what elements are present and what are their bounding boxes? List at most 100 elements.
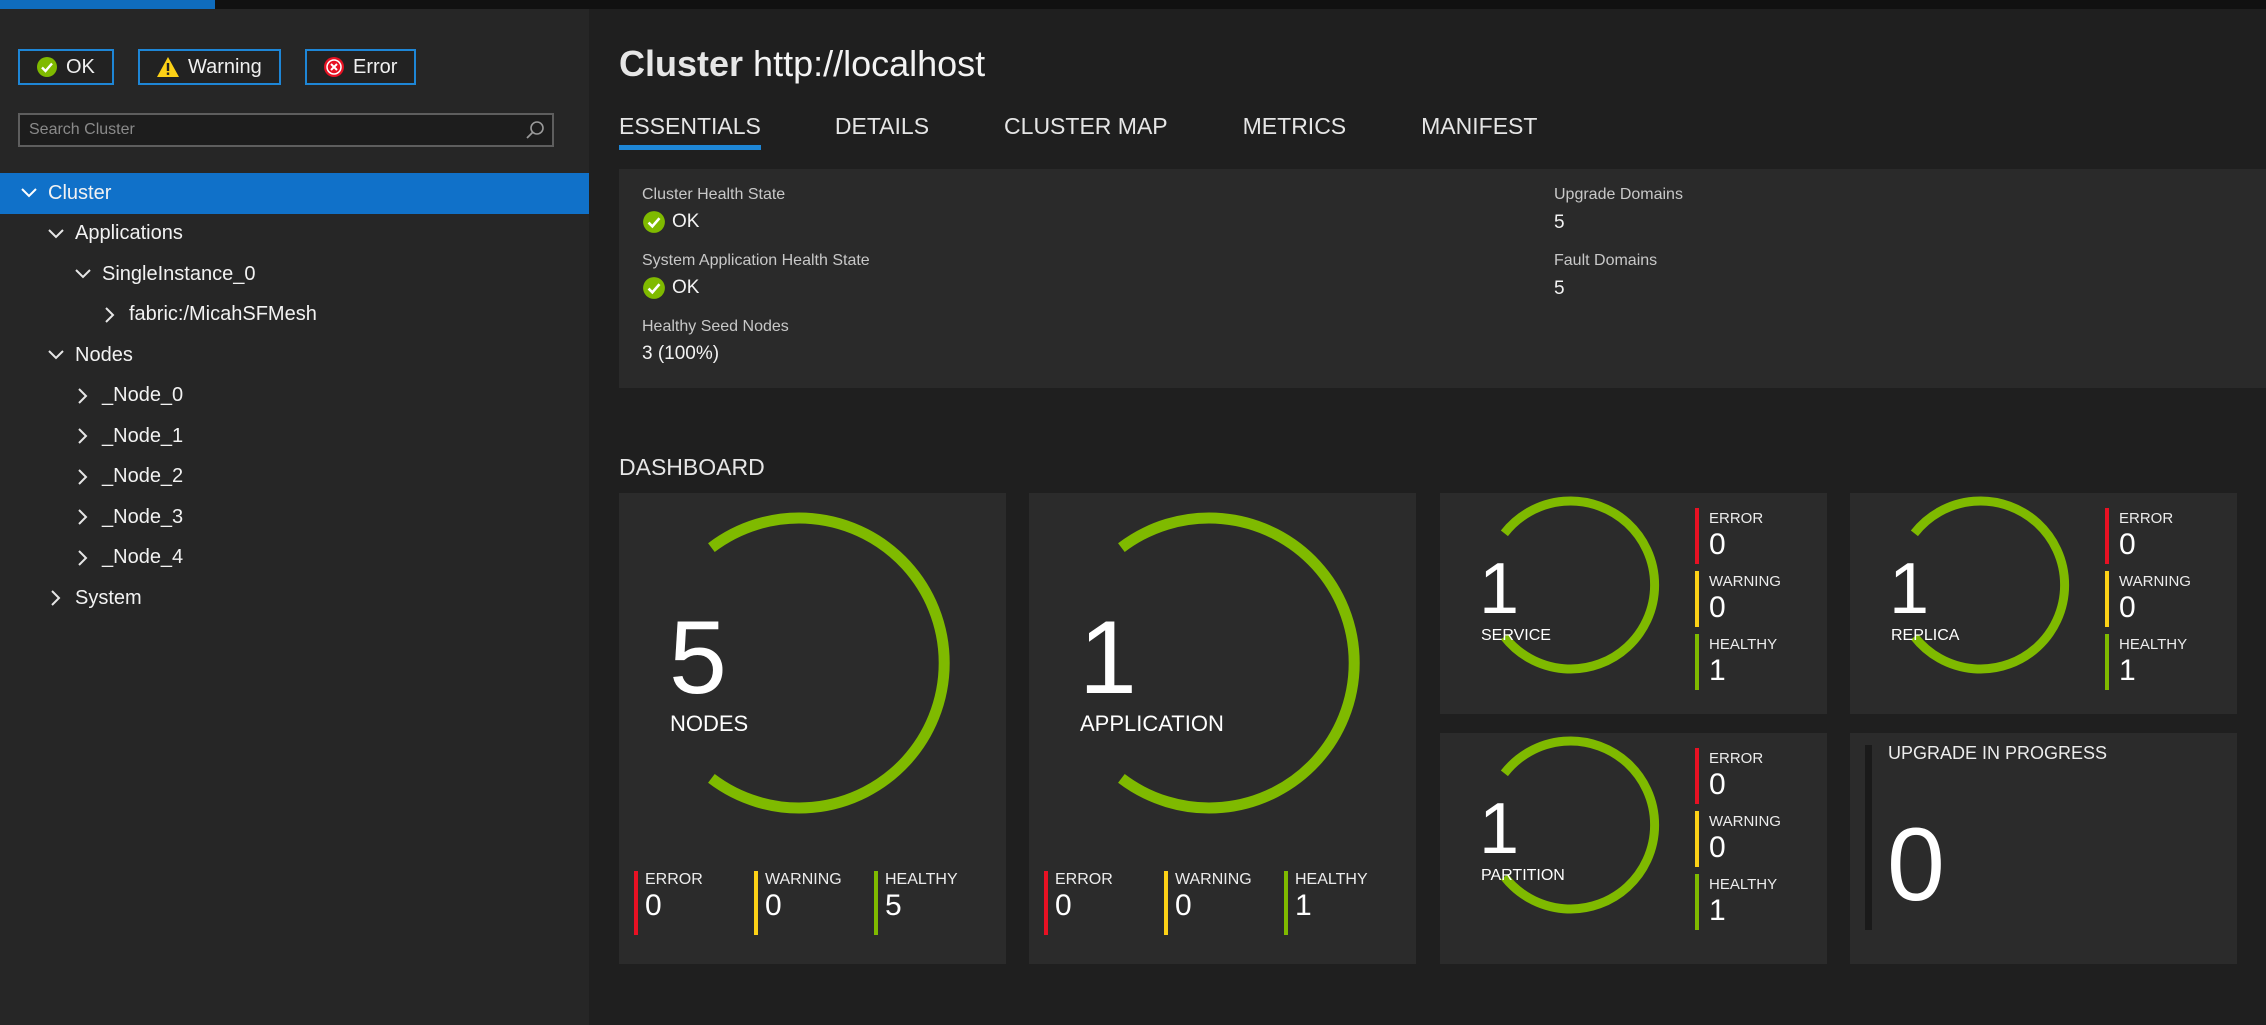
stat-value: 1 <box>1295 889 1312 922</box>
tab-essentials[interactable]: ESSENTIALS <box>619 113 761 150</box>
cluster-tree: Cluster Applications SingleInstance_0 fa… <box>0 173 589 619</box>
filter-error-label: Error <box>353 55 398 78</box>
chevron-down-icon[interactable] <box>47 346 65 364</box>
stat-label: HEALTHY <box>885 871 958 888</box>
applications-warning-stat: WARNING 0 <box>1164 871 1264 935</box>
tree-item-cluster[interactable]: Cluster <box>0 173 589 214</box>
essentials-panel: Cluster Health State OK System Applicati… <box>619 169 2266 388</box>
nodes-count: 5 <box>669 600 727 716</box>
tab-bar: ESSENTIALS DETAILS CLUSTER MAP METRICS M… <box>619 113 1537 150</box>
replicas-count: 1 <box>1889 549 1930 629</box>
tree-item-label: _Node_1 <box>102 424 184 447</box>
chevron-right-icon[interactable] <box>47 589 65 607</box>
replicas-error-stat: ERROR 0 <box>2105 508 2225 564</box>
replicas-tile[interactable]: 1 REPLICA ERROR 0 WARNING 0 HEALTHY 1 <box>1850 493 2237 714</box>
tree-item-label: _Node_3 <box>102 505 184 528</box>
services-tile[interactable]: 1 SERVICE ERROR 0 WARNING 0 HEALTHY 1 <box>1440 493 1827 714</box>
healthy-bar <box>1695 634 1699 690</box>
warning-bar <box>1695 811 1699 867</box>
upgrade-domains-value: 5 <box>1554 212 1565 233</box>
upgrade-tile[interactable]: UPGRADE IN PROGRESS 0 <box>1850 733 2237 964</box>
services-label: SERVICE <box>1481 627 1551 644</box>
sys-app-health-value: OK <box>642 276 699 300</box>
stat-value: 1 <box>2119 654 2136 687</box>
filter-ok-button[interactable]: OK <box>18 49 114 85</box>
chevron-down-icon[interactable] <box>20 184 38 202</box>
tab-cluster-map[interactable]: CLUSTER MAP <box>1004 113 1168 148</box>
stat-value: 0 <box>765 889 782 922</box>
ok-check-icon <box>643 211 665 233</box>
tree-item-node[interactable]: _Node_3 <box>0 497 589 538</box>
tree-item-label: _Node_0 <box>102 384 184 407</box>
stat-label: WARNING <box>1709 813 1781 830</box>
services-healthy-stat: HEALTHY 1 <box>1695 634 1815 690</box>
replicas-warning-stat: WARNING 0 <box>2105 571 2225 627</box>
stat-label: HEALTHY <box>2119 636 2188 653</box>
filter-warning-button[interactable]: Warning <box>138 49 281 85</box>
chevron-right-icon[interactable] <box>101 306 119 324</box>
chevron-right-icon[interactable] <box>74 468 92 486</box>
stat-label: HEALTHY <box>1295 871 1368 888</box>
nodes-tile[interactable]: 5 NODES ERROR 0 WARNING 0 HEALTHY 5 <box>619 493 1006 964</box>
filter-warning-label: Warning <box>188 55 262 78</box>
chevron-right-icon[interactable] <box>74 549 92 567</box>
warning-bar <box>1695 571 1699 627</box>
tree-item-single-instance[interactable]: SingleInstance_0 <box>0 254 589 295</box>
tree-item-node[interactable]: _Node_2 <box>0 457 589 498</box>
tree-item-label: fabric:/MicahSFMesh <box>129 303 317 326</box>
upgrade-count: 0 <box>1887 807 1945 923</box>
filter-ok-label: OK <box>66 55 95 78</box>
partitions-error-stat: ERROR 0 <box>1695 748 1815 804</box>
tab-details[interactable]: DETAILS <box>835 113 929 148</box>
tree-item-applications[interactable]: Applications <box>0 214 589 255</box>
tab-manifest[interactable]: MANIFEST <box>1421 113 1537 148</box>
stat-value: 0 <box>1709 831 1726 864</box>
tree-item-label: Cluster <box>48 181 112 204</box>
cluster-health-label: Cluster Health State <box>642 186 786 203</box>
stat-value: 0 <box>1709 591 1726 624</box>
healthy-bar <box>874 871 878 935</box>
chevron-right-icon[interactable] <box>74 387 92 405</box>
healthy-bar <box>2105 634 2109 690</box>
nodes-label: NODES <box>670 711 749 736</box>
partitions-tile[interactable]: 1 PARTITION ERROR 0 WARNING 0 HEALTHY 1 <box>1440 733 1827 964</box>
replicas-label: REPLICA <box>1891 627 1960 644</box>
tree-item-node[interactable]: _Node_1 <box>0 416 589 457</box>
error-bar <box>1044 871 1048 935</box>
tree-item-label: System <box>75 586 142 609</box>
partitions-healthy-stat: HEALTHY 1 <box>1695 874 1815 930</box>
chevron-down-icon[interactable] <box>47 225 65 243</box>
top-loading-bar <box>0 0 2266 9</box>
filter-error-button[interactable]: Error <box>305 49 416 85</box>
tree-item-node[interactable]: _Node_4 <box>0 538 589 579</box>
fault-domains-value: 5 <box>1554 278 1565 299</box>
stat-value: 0 <box>645 889 662 922</box>
page-title-url: http://localhost <box>753 43 986 84</box>
partitions-label: PARTITION <box>1481 867 1565 884</box>
chevron-down-icon[interactable] <box>74 265 92 283</box>
tree-item-label: _Node_4 <box>102 546 184 569</box>
chevron-right-icon[interactable] <box>74 427 92 445</box>
tree-item-label: Nodes <box>75 343 133 366</box>
tree-item-system[interactable]: System <box>0 578 589 619</box>
tree-item-service[interactable]: fabric:/MicahSFMesh <box>0 295 589 336</box>
ok-check-icon <box>643 277 665 299</box>
tab-metrics[interactable]: METRICS <box>1243 113 1347 148</box>
services-count: 1 <box>1479 549 1520 629</box>
nodes-healthy-stat: HEALTHY 5 <box>874 871 974 935</box>
error-bar <box>1695 508 1699 564</box>
stat-value: 0 <box>1709 528 1726 561</box>
applications-tile[interactable]: 1 APPLICATION ERROR 0 WARNING 0 HEALTHY … <box>1029 493 1416 964</box>
stat-label: HEALTHY <box>1709 636 1778 653</box>
tree-item-node[interactable]: _Node_0 <box>0 376 589 417</box>
seed-nodes-value: 3 (100%) <box>642 343 720 364</box>
nodes-error-stat: ERROR 0 <box>634 871 734 935</box>
tree-item-nodes[interactable]: Nodes <box>0 335 589 376</box>
tree-item-label: SingleInstance_0 <box>102 262 256 285</box>
search-icon[interactable] <box>524 119 546 141</box>
stat-label: WARNING <box>1175 871 1252 888</box>
chevron-right-icon[interactable] <box>74 508 92 526</box>
stat-value: 0 <box>1055 889 1072 922</box>
error-bar <box>1695 748 1699 804</box>
search-input[interactable] <box>20 115 509 145</box>
